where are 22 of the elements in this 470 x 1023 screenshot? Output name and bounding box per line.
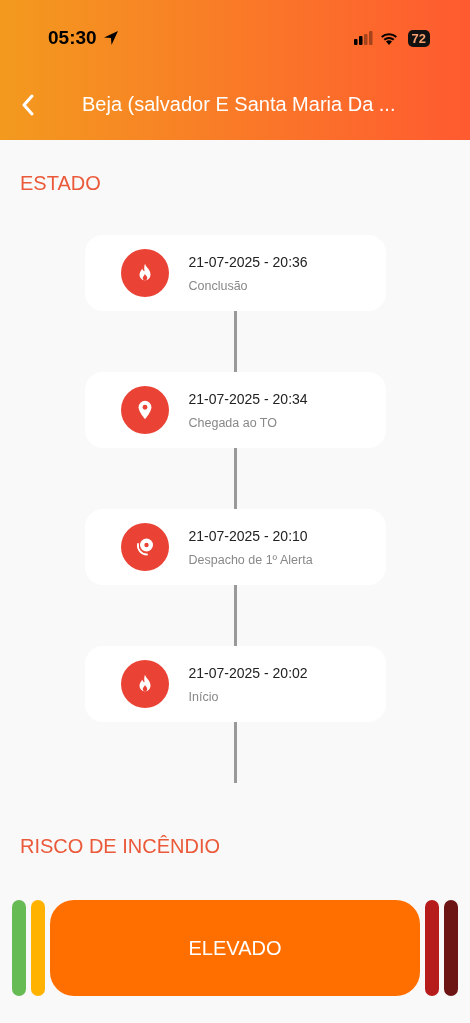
event-label: Conclusão xyxy=(188,278,249,293)
event-datetime: 21-07-2025 - 20:36 xyxy=(188,253,308,270)
flame-icon xyxy=(120,249,169,297)
alarm-bell-icon xyxy=(120,523,169,571)
section-heading: ESTADO xyxy=(20,171,102,195)
event-datetime: 21-07-2025 - 20:02 xyxy=(188,664,308,681)
section-heading: RISCO DE INCÊNDIO xyxy=(20,834,222,858)
wifi-icon xyxy=(379,31,398,45)
status-time: 05:30 xyxy=(48,27,97,49)
risk-level-indicator: ELEVADO xyxy=(50,900,420,996)
event-datetime: 21-07-2025 - 20:34 xyxy=(188,390,308,407)
chevron-left-icon xyxy=(22,93,34,116)
battery-indicator: 72 xyxy=(407,29,430,47)
event-label: Despacho de 1º Alerta xyxy=(188,552,313,567)
map-pin-icon xyxy=(120,386,169,434)
location-arrow-icon xyxy=(102,30,119,46)
event-label: Início xyxy=(188,689,220,704)
page-title: Beja (salvador E Santa Maria Da ... xyxy=(82,93,396,116)
event-label: Chegada ao TO xyxy=(188,415,278,430)
event-datetime: 21-07-2025 - 20:10 xyxy=(188,527,309,544)
flame-icon xyxy=(120,660,169,708)
signal-icon xyxy=(353,31,374,45)
